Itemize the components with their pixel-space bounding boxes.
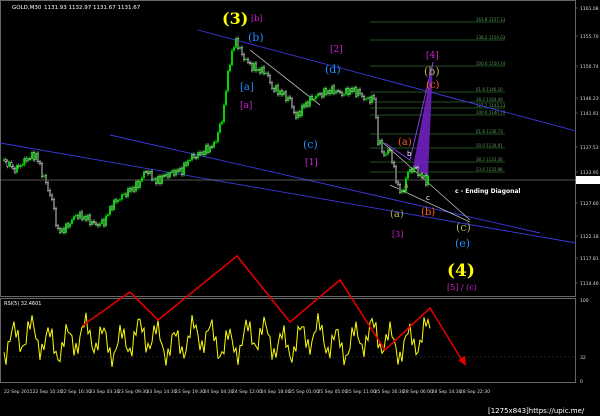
rsi-axis: 100 32 0: [0, 298, 589, 385]
fib-label: 50.0 1134.91: [476, 143, 503, 148]
rsi-tick: 32: [580, 355, 586, 361]
fib-label: 138.2 1154.03: [476, 35, 506, 40]
wave-4-mag-label: [4]: [426, 51, 439, 61]
ohlc-values: 1131.93 1132.97 1131.67 1131.67: [44, 5, 141, 11]
time-tick: 28 Sep 06:00: [403, 389, 433, 395]
wave-a-mag-label: [a]: [240, 101, 252, 111]
time-tick: 25 Sep 16:30: [375, 389, 405, 395]
rsi-arrow: [458, 356, 466, 366]
symbol-label: GOLD,M30: [12, 5, 42, 11]
fib-label: 100.0 1150.74: [476, 61, 506, 66]
wave-b-olive-label: (b): [424, 65, 440, 78]
price-tick: 1133.95: [580, 170, 599, 176]
fib-label: 38.2 1144.49: [476, 97, 503, 102]
time-tick: 23 Sep 03:30: [90, 389, 120, 395]
wave-c-small-label: c: [426, 194, 430, 202]
price-tick: 1137.53: [580, 145, 599, 151]
time-axis: 22 Sep 2015 22 Sep 10:3022 Sep 16:3023 Se…: [4, 389, 490, 395]
price-tick: 1114.46: [580, 281, 599, 287]
time-tick: 23 Sep 19:30: [175, 389, 205, 395]
time-tick: 22 Sep 10:30: [33, 389, 63, 395]
time-tick: 24 Sep 12:00: [232, 389, 262, 395]
current-price-tag: [576, 176, 600, 184]
time-tick: 22 Sep 16:30: [61, 389, 91, 395]
price-axis: 1161.08 1155.70 1150.74 1146.23 1141.91 1137.…: [575, 6, 599, 287]
wave-1-mag-label: [1]: [305, 158, 318, 168]
wave-2-mag-label: [2]: [330, 45, 343, 55]
wave-5c-label: [5] / (c): [447, 283, 477, 292]
price-tick: 1141.91: [580, 111, 599, 117]
price-tick: 1117.81: [580, 256, 599, 262]
price-tick: 1146.23: [580, 96, 599, 102]
rsi-label: RSI(5) 32.4601: [4, 301, 41, 307]
time-tick: 22 Sep 2015: [4, 389, 33, 395]
wave-c-olive-label: (c): [456, 221, 471, 234]
time-tick: 28 Sep 22:30: [460, 389, 490, 395]
wave-a-orange-label: (a): [398, 137, 412, 148]
time-tick: 23 Sep 09:30: [118, 389, 148, 395]
time-tick: 25 Sep 01:00: [289, 389, 319, 395]
wave-b3-label: [b]: [251, 14, 262, 23]
wave-a-cyan-label: [a]: [240, 82, 254, 93]
price-tick: 1150.74: [580, 64, 599, 70]
wave-a-small-label: a: [404, 182, 408, 190]
price-tick: 1127.60: [580, 201, 599, 207]
fib-label: 61.8 1136.73: [476, 129, 503, 134]
time-tick: 25 Sep 05:00: [318, 389, 348, 395]
fib-label: 161.8 1157.13: [476, 17, 506, 22]
wave-3-mag-label: [3]: [392, 230, 403, 239]
wave-4-big-label: (4): [447, 261, 475, 281]
fib-label: 23.6 1132.98: [476, 167, 503, 172]
wave-3-label: (3): [222, 9, 248, 28]
time-tick: 23 Sep 14:30: [147, 389, 177, 395]
time-tick: 28 Sep 14:30: [432, 389, 462, 395]
wave-c-cyan-label: (c): [303, 138, 318, 151]
price-chart: GOLD,M30 1131.93 1132.97 1131.67 1131.67…: [0, 0, 600, 416]
price-tick: 1161.08: [580, 6, 599, 12]
ending-diagonal-label: c - Ending Diagonal: [455, 188, 520, 195]
wave-b-small-label: b: [407, 150, 412, 158]
wave-b-cyan-label: (b): [248, 31, 264, 44]
price-tick: 1155.70: [580, 34, 599, 40]
time-tick: 24 Sep 18:00: [261, 389, 291, 395]
rsi-panel-border: [0, 298, 576, 383]
fib-label: 61.8 1146.10: [476, 87, 503, 92]
watermark: [1275x843]https://upic.me/: [488, 407, 585, 415]
wave-d-cyan-label: (d): [325, 63, 341, 76]
wave-b-orange-label: (b): [421, 207, 435, 218]
wave-a-olive-label: (a): [390, 209, 404, 220]
wave-e-cyan-label: (e): [455, 237, 470, 250]
rsi-tick: 100: [580, 298, 589, 304]
time-tick: 24 Sep 04:30: [204, 389, 234, 395]
rsi-tick: 0: [580, 379, 583, 385]
time-tick: 25 Sep 11:00: [346, 389, 376, 395]
price-tick: 1122.18: [580, 234, 599, 240]
wave-c-orange-label: (c): [426, 80, 440, 91]
fib-label: 38.2 1133.56: [476, 157, 503, 162]
